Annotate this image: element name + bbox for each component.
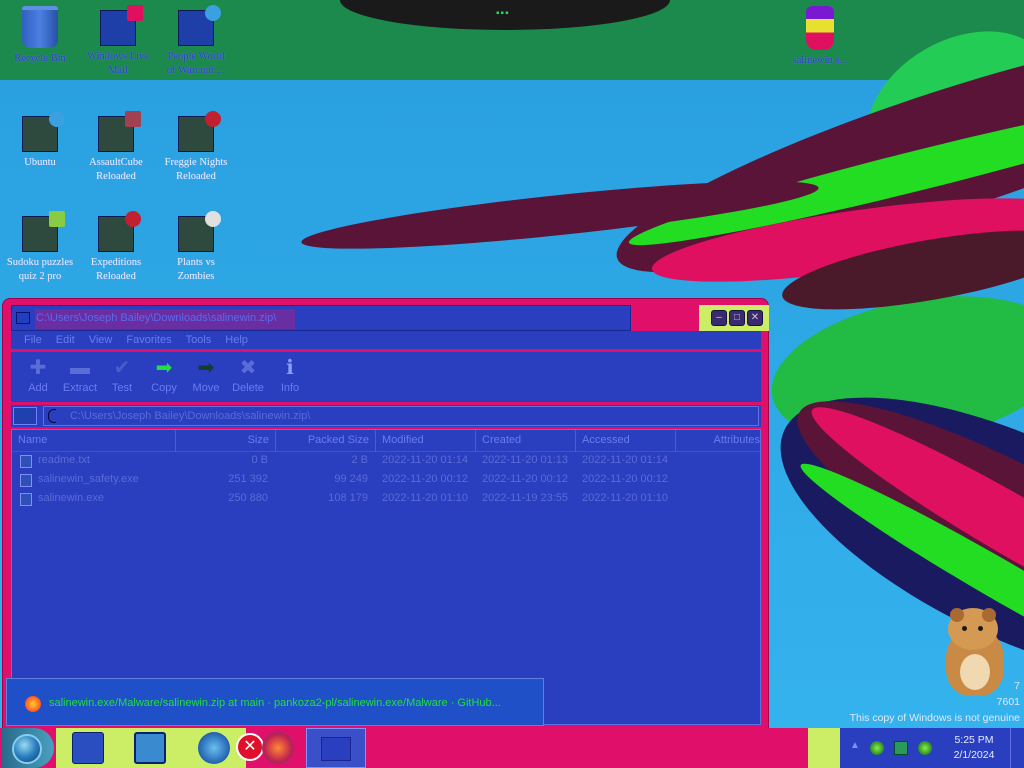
clock[interactable]: 5:25 PM 2/1/2024 [944,733,1004,763]
exe-file-icon [20,474,32,487]
salinewin-cup-icon [806,6,834,50]
taskbar-error-icon[interactable]: ✕ [236,733,264,761]
desktop-icon-sudoku[interactable]: Sudoku puzzles quiz 2 pro [0,211,80,284]
file-row[interactable]: salinewin_safety.exe 251 392 99 249 2022… [12,471,760,490]
browser-tab-preview-tooltip[interactable]: salinewin.exe/Malware/salinewin.zip at m… [6,678,544,726]
tray-expand-icon[interactable]: ▲ [850,740,860,751]
column-attributes[interactable]: Attributes [676,430,760,452]
copy-arrow-icon: ➡ [155,357,173,379]
column-packed-size[interactable]: Packed Size [276,430,376,452]
maximize-button[interactable]: □ [729,310,745,326]
mail-icon [100,5,143,46]
drive-icon [48,409,56,423]
clock-time: 5:25 PM [954,734,994,746]
start-button[interactable] [2,728,54,768]
move-button[interactable]: ➡ Move [185,352,227,402]
minimize-button[interactable]: – [711,310,727,326]
show-desktop-button[interactable] [1010,728,1024,768]
menu-edit[interactable]: Edit [49,331,82,351]
ubuntu-icon [22,111,65,152]
menu-bar: File Edit View Favorites Tools Help [11,331,761,351]
column-size[interactable]: Size [176,430,276,452]
network-icon[interactable] [870,741,884,755]
menu-file[interactable]: File [17,331,49,351]
text-file-icon [20,455,32,468]
copy-button[interactable]: ➡ Copy [143,352,185,402]
window-title: C:\Users\Joseph Bailey\Downloads\salinew… [36,312,277,324]
toolbar: ✚ Add ▬ Extract ✔ Test ➡ Copy ➡ Move ✖ D… [11,352,761,402]
desktop-icon-ubuntu[interactable]: Ubuntu [0,111,80,170]
volume-icon[interactable] [918,741,932,755]
watermark-version: 7 [1014,680,1020,692]
column-name[interactable]: Name [12,430,176,452]
desktop-icon-recycle-bin[interactable]: Recycle Bin [0,6,80,66]
file-list-header: Name Size Packed Size Modified Created A… [12,430,760,452]
minus-icon: ▬ [70,357,90,379]
exe-file-icon [20,493,32,506]
window-controls: – □ ✕ [711,310,763,326]
test-button[interactable]: ✔ Test [101,352,143,402]
window-titlebar[interactable]: C:\Users\Joseph Bailey\Downloads\salinew… [11,305,631,331]
add-button[interactable]: ✚ Add [17,352,59,402]
desktop-icon-expeditions[interactable]: Expeditions Reloaded [76,211,156,284]
system-tray: ▲ 5:25 PM 2/1/2024 [840,728,1024,768]
windows-start-icon [12,734,42,764]
watermark-not-genuine: This copy of Windows is not genuine [849,712,1020,724]
delete-button[interactable]: ✖ Delete [227,352,269,402]
clock-date: 2/1/2024 [953,749,995,761]
close-button[interactable]: ✕ [747,310,763,326]
desktop-icon-freggie-nights[interactable]: Freggie Nights Reloaded [156,111,236,184]
address-text: C:\Users\Joseph Bailey\Downloads\salinew… [70,410,311,422]
desktop-icon-salinewin[interactable]: salinewin s... [778,6,862,68]
menu-view[interactable]: View [82,331,120,351]
window-app-icon [16,312,30,324]
action-center-icon[interactable] [894,741,908,755]
extract-button[interactable]: ▬ Extract [59,352,101,402]
plus-icon: ✚ [29,357,47,379]
desktop-icon-plants-vs-zombies[interactable]: Plants vs Zombies [156,211,236,284]
game-shortcut-icon [98,211,141,252]
info-button[interactable]: ℹ Info [269,352,311,402]
check-icon: ✔ [113,357,131,379]
desktop-icon-windows-live-mail[interactable]: Windows Live Mail [78,5,158,78]
sudoku-icon [22,211,65,252]
menu-help[interactable]: Help [218,331,255,351]
hamster-mascot [938,604,1010,700]
folder-up-icon[interactable] [13,407,37,425]
info-icon: ℹ [286,357,294,379]
menu-favorites[interactable]: Favorites [119,331,178,351]
plant-icon [178,211,221,252]
column-modified[interactable]: Modified [376,430,476,452]
archive-app-icon [321,737,351,761]
desktop-icon-assaultcube[interactable]: AssaultCube Reloaded [76,111,156,184]
file-row[interactable]: salinewin.exe 250 880 108 179 2022-11-20… [12,490,760,509]
watermark-build: 7601 [996,696,1020,708]
column-created[interactable]: Created [476,430,576,452]
game-shortcut-icon [178,111,221,152]
firefox-icon [25,696,41,712]
address-field[interactable]: C:\Users\Joseph Bailey\Downloads\salinew… [43,406,759,426]
file-row[interactable]: readme.txt 0 B 2 B 2022-11-20 01:14 2022… [12,452,760,471]
taskbar: ✕ ▲ 5:25 PM 2/1/2024 [0,728,1024,768]
game-shortcut-icon [98,111,141,152]
menu-tools[interactable]: Tools [179,331,219,351]
taskbar-explorer-icon[interactable] [72,732,104,764]
taskbar-media-player-icon[interactable] [134,732,166,764]
tooltip-text: salinewin.exe/Malware/salinewin.zip at m… [49,697,501,709]
taskbar-archive-window[interactable] [306,728,366,768]
recycle-bin-icon [22,6,58,48]
column-accessed[interactable]: Accessed [576,430,676,452]
desktop-icon-people-world-of-warcraft[interactable]: People World of Warcraft ... [156,5,236,78]
taskbar-browser-icon[interactable] [198,732,230,764]
move-arrow-icon: ➡ [197,357,215,379]
browser-globe-icon [178,5,221,46]
archive-window[interactable]: C:\Users\Joseph Bailey\Downloads\salinew… [2,298,769,730]
taskbar-firefox-icon[interactable] [262,732,294,764]
address-bar: C:\Users\Joseph Bailey\Downloads\salinew… [11,405,761,427]
delete-x-icon: ✖ [239,357,257,379]
